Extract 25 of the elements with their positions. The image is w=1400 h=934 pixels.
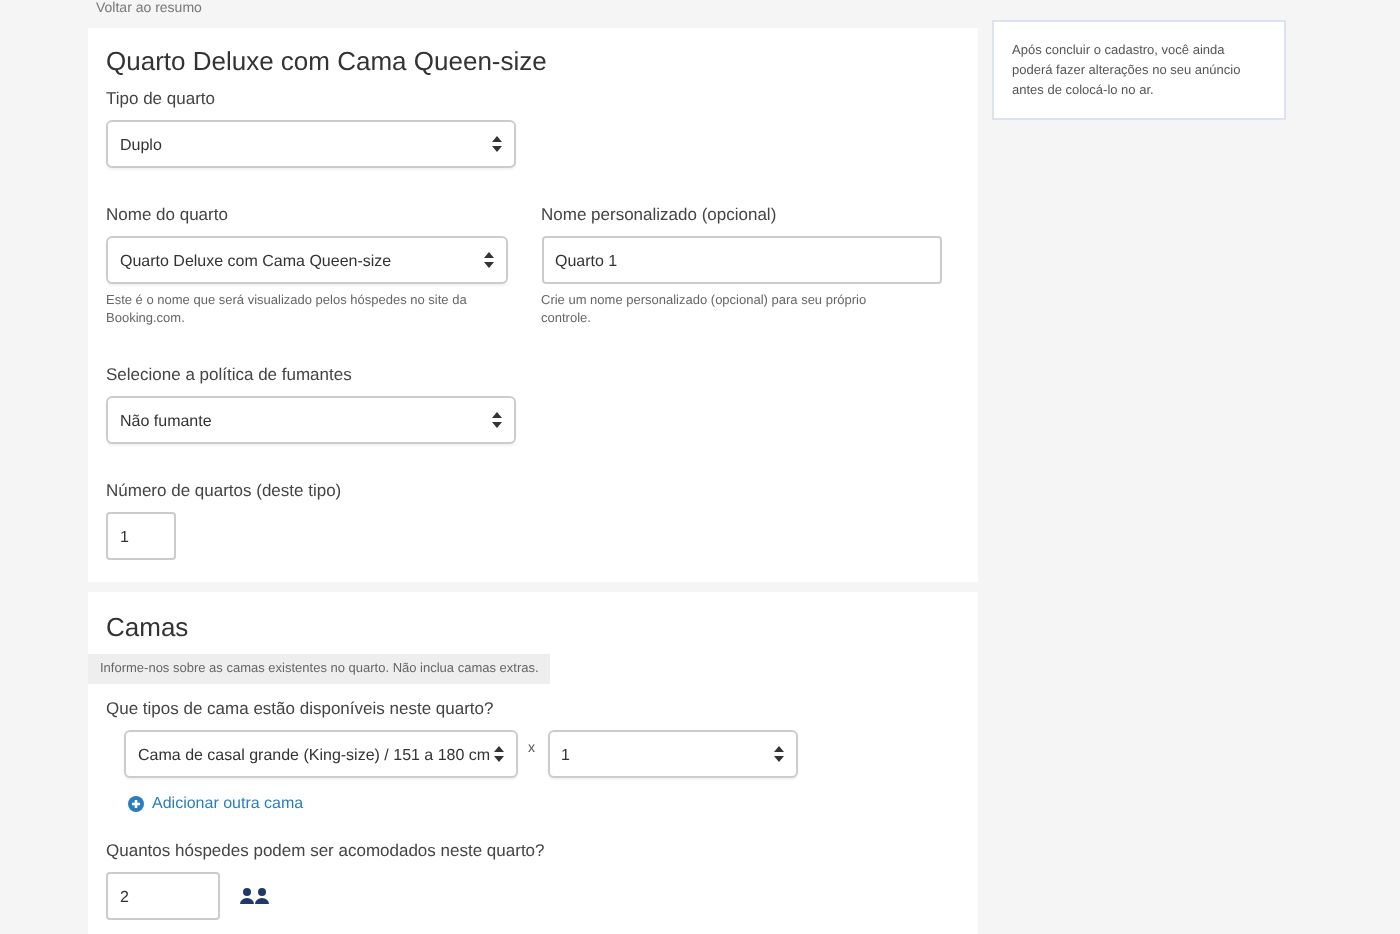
section-title: Camas [106,612,191,642]
people-icon [240,888,270,904]
select-arrows-icon [492,412,502,428]
smoking-policy-select[interactable]: Não fumante [106,396,516,444]
select-arrows-icon [483,252,493,268]
plus-circle-icon [128,795,144,811]
select-arrows-icon [492,136,502,152]
field-label: Que tipos de cama estão disponíveis neste quarto? [106,698,496,718]
field-label: Nome do quarto [106,204,230,224]
custom-name-field[interactable]: Quarto 1 [541,236,942,284]
field-label: Número de quartos (deste tipo) [106,480,344,500]
room-count-field[interactable]: 1 [106,512,176,560]
select-arrows-icon [773,746,783,762]
select-arrows-icon [494,746,504,762]
field-label: Selecione a política de fumantes [106,364,354,384]
field-label: Quantos hóspedes podem ser acomodados neste quarto? [106,840,547,860]
room-type-select[interactable]: Duplo [106,120,516,168]
add-bed-link[interactable]: Adicionar outra cama [128,794,304,812]
room-name-select[interactable]: Quarto Deluxe com Cama Queen-size [106,236,507,284]
field-label: Tipo de quarto [106,88,217,108]
bed-type-select[interactable]: Cama de casal grande (King-size) / 151 a 180 cm [124,730,518,778]
field-label: Nome personalizado (opcional) [541,204,779,224]
room-title: Quarto Deluxe com Cama Queen-size [106,46,549,76]
guest-count-field[interactable]: 2 [106,872,220,920]
bed-count-select[interactable]: 1 [547,730,797,778]
